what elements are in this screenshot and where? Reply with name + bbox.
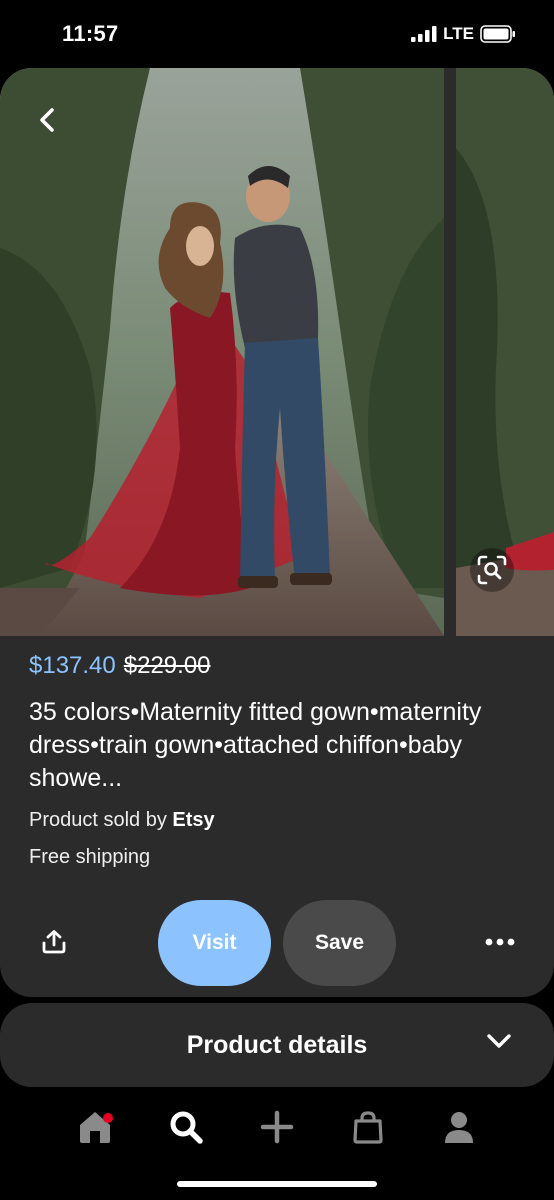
visit-button[interactable]: Visit: [158, 900, 271, 986]
shopping-bag-icon: [353, 1111, 383, 1144]
visual-search-icon: [477, 555, 507, 585]
profile-icon: [444, 1112, 473, 1143]
original-price: $229.00: [123, 652, 211, 679]
seller-name[interactable]: Etsy: [172, 809, 214, 831]
back-arrow-icon: [40, 108, 54, 132]
chevron-down-icon: [487, 1034, 511, 1048]
search-icon: [170, 1111, 203, 1144]
status-bar: 11:57 LTE: [0, 0, 554, 68]
signal-icon: [411, 26, 437, 42]
battery-icon: [480, 25, 515, 43]
product-card: $137.40 $229.00 35 colors•Maternity fitt…: [0, 68, 554, 997]
tab-home[interactable]: [71, 1103, 119, 1151]
tab-profile[interactable]: [435, 1103, 483, 1151]
product-photo[interactable]: [0, 68, 444, 636]
visual-search-button[interactable]: [470, 548, 514, 592]
seller-prefix: Product sold by: [29, 809, 167, 831]
status-indicators: LTE: [411, 24, 516, 44]
back-button[interactable]: [30, 102, 66, 138]
more-options-button[interactable]: [480, 924, 520, 960]
tab-search[interactable]: [162, 1103, 210, 1151]
tab-shop[interactable]: [344, 1103, 392, 1151]
more-icon: [485, 938, 515, 946]
product-details-toggle[interactable]: Product details: [0, 1003, 554, 1087]
action-bar: Visit Save: [0, 900, 554, 986]
save-button[interactable]: Save: [283, 900, 396, 986]
status-time: 11:57: [62, 21, 119, 46]
home-indicator: [177, 1181, 377, 1187]
tab-create[interactable]: [253, 1103, 301, 1151]
product-title[interactable]: 35 colors•Maternity fitted gown•maternit…: [29, 696, 530, 795]
product-info: $137.40 $229.00 35 colors•Maternity fitt…: [29, 652, 530, 869]
product-details-label: Product details: [186, 1030, 368, 1059]
share-icon: [42, 930, 66, 954]
image-gallery[interactable]: [0, 68, 554, 636]
product-photo-illustration: [0, 68, 444, 636]
plus-icon: [260, 1110, 294, 1144]
seller-line: Product sold by Etsy: [29, 809, 530, 832]
next-product-photo[interactable]: [456, 68, 554, 636]
network-label: LTE: [443, 24, 474, 43]
shipping-info: Free shipping: [29, 846, 151, 868]
current-price: $137.40: [29, 652, 116, 679]
bottom-tab-bar: [0, 1092, 554, 1162]
next-photo-illustration: [456, 68, 554, 636]
share-button[interactable]: [36, 924, 72, 960]
price-row: $137.40 $229.00: [29, 652, 530, 680]
